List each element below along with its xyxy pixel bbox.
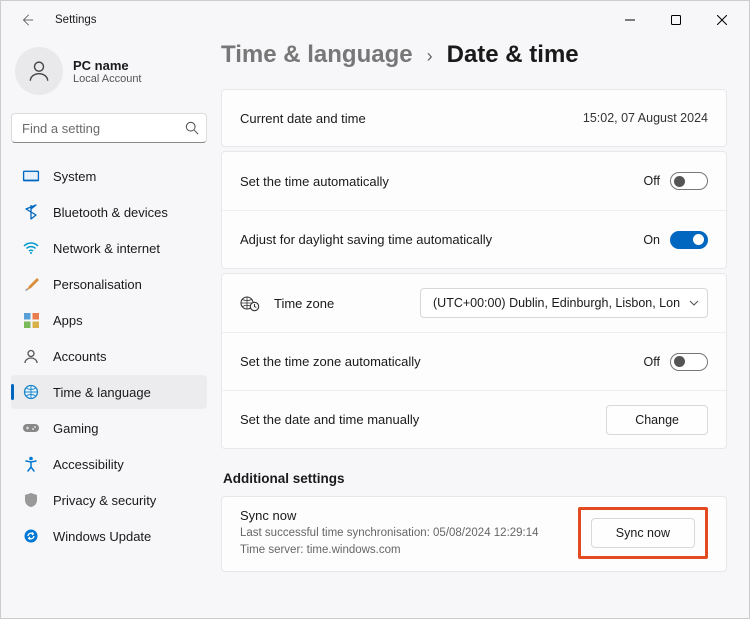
breadcrumb-parent[interactable]: Time & language <box>221 41 413 69</box>
account-info[interactable]: PC name Local Account <box>11 47 207 95</box>
bluetooth-icon <box>19 203 43 221</box>
sidebar-item-update[interactable]: Windows Update <box>11 519 207 553</box>
search-input[interactable] <box>11 113 207 143</box>
sidebar-item-privacy[interactable]: Privacy & security <box>11 483 207 517</box>
shield-icon <box>19 491 43 509</box>
sidebar-item-apps[interactable]: Apps <box>11 303 207 337</box>
dst-state: On <box>643 233 660 247</box>
sidebar-item-bluetooth[interactable]: Bluetooth & devices <box>11 195 207 229</box>
highlight-box: Sync now <box>578 507 708 559</box>
sync-last: Last successful time synchronisation: 05… <box>240 525 578 541</box>
sidebar-item-label: Apps <box>53 313 83 328</box>
globe-clock-icon <box>19 383 43 401</box>
sync-title: Sync now <box>240 508 578 523</box>
sidebar-item-label: System <box>53 169 96 184</box>
page-title: Date & time <box>447 41 579 69</box>
timezone-dropdown[interactable]: (UTC+00:00) Dublin, Edinburgh, Lisbon, L… <box>420 288 708 318</box>
sidebar-item-system[interactable]: System <box>11 159 207 193</box>
sync-server: Time server: time.windows.com <box>240 542 578 558</box>
sidebar-item-gaming[interactable]: Gaming <box>11 411 207 445</box>
sync-row: Sync now Last successful time synchronis… <box>221 496 727 572</box>
dst-label: Adjust for daylight saving time automati… <box>240 232 643 247</box>
account-type: Local Account <box>73 73 142 85</box>
account-name: PC name <box>73 58 142 73</box>
sidebar-item-label: Accounts <box>53 349 106 364</box>
timezone-icon <box>240 294 260 312</box>
sidebar-item-accounts[interactable]: Accounts <box>11 339 207 373</box>
auto-tz-label: Set the time zone automatically <box>240 354 644 369</box>
minimize-button[interactable] <box>607 5 653 35</box>
sidebar-item-label: Time & language <box>53 385 151 400</box>
current-datetime-value: 15:02, 07 August 2024 <box>583 111 708 125</box>
sync-now-button[interactable]: Sync now <box>591 518 695 548</box>
breadcrumb: Time & language › Date & time <box>221 41 727 69</box>
avatar <box>15 47 63 95</box>
dst-toggle[interactable] <box>670 231 708 249</box>
sidebar-item-personalisation[interactable]: Personalisation <box>11 267 207 301</box>
current-datetime-label: Current date and time <box>240 111 583 126</box>
window-title: Settings <box>55 14 97 26</box>
auto-tz-state: Off <box>644 355 660 369</box>
sidebar-item-label: Personalisation <box>53 277 142 292</box>
system-icon <box>19 167 43 185</box>
search-icon <box>185 121 199 135</box>
sidebar-item-network[interactable]: Network & internet <box>11 231 207 265</box>
close-button[interactable] <box>699 5 745 35</box>
person-icon <box>19 347 43 365</box>
gamepad-icon <box>19 419 43 437</box>
wifi-icon <box>19 239 43 257</box>
accessibility-icon <box>19 455 43 473</box>
sidebar-item-label: Windows Update <box>53 529 151 544</box>
timezone-selected: (UTC+00:00) Dublin, Edinburgh, Lisbon, L… <box>433 296 680 310</box>
apps-icon <box>19 311 43 329</box>
auto-time-toggle[interactable] <box>670 172 708 190</box>
change-button[interactable]: Change <box>606 405 708 435</box>
sidebar-item-label: Bluetooth & devices <box>53 205 168 220</box>
sidebar-item-label: Privacy & security <box>53 493 156 508</box>
auto-time-label: Set the time automatically <box>240 174 644 189</box>
brush-icon <box>19 275 43 293</box>
timezone-label: Time zone <box>274 296 420 311</box>
sidebar-item-time-language[interactable]: Time & language <box>11 375 207 409</box>
sidebar-item-accessibility[interactable]: Accessibility <box>11 447 207 481</box>
update-icon <box>19 527 43 545</box>
maximize-button[interactable] <box>653 5 699 35</box>
auto-tz-toggle[interactable] <box>670 353 708 371</box>
sidebar-item-label: Accessibility <box>53 457 124 472</box>
sidebar-item-label: Gaming <box>53 421 99 436</box>
sidebar-item-label: Network & internet <box>53 241 160 256</box>
additional-settings-header: Additional settings <box>223 471 727 486</box>
auto-time-state: Off <box>644 174 660 188</box>
chevron-down-icon <box>689 300 699 306</box>
back-button[interactable] <box>13 6 41 34</box>
manual-label: Set the date and time manually <box>240 412 606 427</box>
current-datetime-row: Current date and time 15:02, 07 August 2… <box>221 89 727 147</box>
chevron-right-icon: › <box>427 46 433 67</box>
